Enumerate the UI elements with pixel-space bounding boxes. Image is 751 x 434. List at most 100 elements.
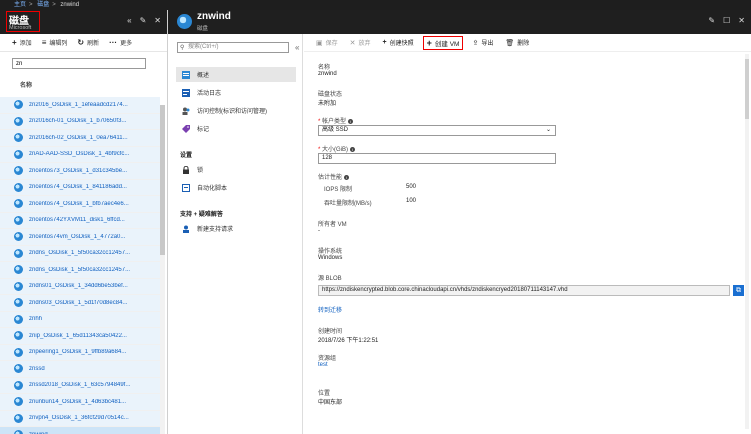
delete-button[interactable]: 🗑 删除 — [505, 38, 529, 48]
iops-label: IOPS 限制 — [324, 187, 353, 193]
disk-name[interactable]: znunbun14_OsDisk_1_4d63bc481... — [29, 399, 126, 405]
disk-list-item[interactable]: zncentos74vm_OsDisk_1_4772a0... — [0, 229, 160, 246]
disk-list-item[interactable]: znvpn4_OsDisk_1_36fcf29d70514c... — [0, 410, 160, 427]
breadcrumb-disks[interactable]: 磁盘 — [37, 0, 49, 10]
disk-list-item[interactable]: zncentos742YXVM11_disk1_6ffcd... — [0, 212, 160, 229]
create-snapshot-button[interactable]: + 创建快照 — [383, 38, 414, 47]
disk-name[interactable]: znvpn4_OsDisk_1_36fcf29d70514c... — [29, 415, 129, 421]
disk-list-item[interactable]: znunbun14_OsDisk_1_4d63bc481... — [0, 394, 160, 411]
source-blob-field[interactable]: https://zndiskencrypted.blob.core.chinac… — [318, 285, 730, 296]
edit-columns-button[interactable]: ≡ 编辑列 — [42, 38, 68, 47]
disk-state-value: 未附加 — [318, 101, 337, 107]
disk-name[interactable]: zncentos73_OsDisk_1_d31c345be... — [29, 168, 127, 174]
pin-icon[interactable]: ✎ — [708, 16, 715, 25]
perf-label: 估计性能 i — [318, 172, 350, 181]
column-header-name[interactable]: 名称 — [20, 80, 167, 89]
disk-name[interactable]: znip_OsDisk_1_65d11343ca50422... — [29, 333, 127, 339]
disk-name[interactable]: znhh — [29, 316, 42, 322]
scrollbar-thumb[interactable] — [745, 59, 749, 119]
disk-list-item[interactable]: znhh — [0, 311, 160, 328]
menu-item-overview[interactable]: 概述 — [176, 67, 296, 82]
menu-item-tags[interactable]: 标记 — [176, 121, 296, 136]
info-icon[interactable]: i — [348, 118, 354, 124]
disk-list-item[interactable]: znwind — [0, 427, 160, 434]
disk-list-item[interactable]: zndns_OsDisk_1_5f50ca32cc12457... — [0, 262, 160, 279]
disk-list-item[interactable]: zn2016_OsDisk_1_1efeaadcd2174... — [0, 97, 160, 114]
columns-icon: ≡ — [41, 38, 47, 47]
disk-name[interactable]: zncentos74_OsDisk_1_bfb7aec4e6... — [29, 201, 129, 207]
breadcrumb-home[interactable]: 主页 — [14, 0, 26, 10]
size-input[interactable]: 128 — [318, 153, 556, 164]
disk-icon — [14, 199, 23, 209]
close-icon[interactable]: ✕ — [154, 16, 161, 25]
disk-list-item[interactable]: zndns01_OsDisk_1_34dd6be53bef... — [0, 278, 160, 295]
more-button[interactable]: ··· 更多 — [109, 38, 132, 47]
disk-detail-blade: znwind 磁盘 ✎ ☐ ✕ ⚲ 搜索(Ctrl+/) « 概述 活动日志 访… — [168, 10, 751, 434]
disk-name[interactable]: zncentos74_OsDisk_1_841186add... — [29, 184, 127, 190]
disk-name[interactable]: zndns_OsDisk_1_5f50ca32cc12457... — [29, 267, 130, 273]
collapse-icon[interactable]: « — [127, 16, 131, 25]
account-type-select[interactable]: 高级 SSD ⌄ — [318, 125, 556, 136]
disk-name[interactable]: zn2016ch-01_OsDisk_1_b70650f3... — [29, 118, 126, 124]
disk-list-item[interactable]: zndns_OsDisk_1_5f50ca32cc12457... — [0, 245, 160, 262]
save-button[interactable]: ▣ 保存 — [316, 38, 338, 48]
script-icon — [182, 183, 190, 192]
disk-list-scrollbar[interactable] — [160, 105, 165, 434]
disk-list-item[interactable]: znip_OsDisk_1_65d11343ca50422... — [0, 328, 160, 345]
created-label: 创建时间 — [318, 329, 343, 335]
disk-name[interactable]: znAD-AAD-SSD_OsDisk_1_4bf9cfc... — [29, 151, 129, 157]
disk-list-item[interactable]: znssd2018_OsDisk_1_63c5794849f... — [0, 377, 160, 394]
filter-input[interactable] — [12, 58, 146, 69]
disk-name[interactable]: znpeering1_OsDisk_1_9ffb89a684... — [29, 349, 126, 355]
disk-icon — [14, 364, 23, 374]
close-icon[interactable]: ✕ — [738, 16, 745, 25]
disk-name[interactable]: zndns_OsDisk_1_5f50ca32cc12457... — [29, 250, 130, 256]
collapse-menu-icon[interactable]: « — [295, 43, 299, 52]
scrollbar-thumb[interactable] — [160, 105, 165, 255]
disk-list-item[interactable]: zncentos74_OsDisk_1_bfb7aec4e6... — [0, 196, 160, 213]
create-vm-button[interactable]: + 创建 VM — [422, 35, 464, 50]
disk-list-item[interactable]: zncentos73_OsDisk_1_d31c345be... — [0, 163, 160, 180]
info-icon[interactable]: i — [344, 174, 350, 180]
disk-name[interactable]: zndns03_OsDisk_1_5d1f70d8ec84... — [29, 300, 127, 306]
disk-list-item[interactable]: zncentos74_OsDisk_1_841186add... — [0, 179, 160, 196]
pin-icon[interactable]: ✎ — [140, 16, 147, 25]
disk-name[interactable]: znssd — [29, 366, 45, 372]
disk-list-item[interactable]: znpeering1_OsDisk_1_9ffb89a684... — [0, 344, 160, 361]
disk-list-item[interactable]: zn2016ch-02_OsDisk_1_0ea76411... — [0, 130, 160, 147]
content-scrollbar[interactable] — [745, 54, 749, 429]
menu-item-locks[interactable]: 锁 — [176, 162, 296, 177]
info-icon[interactable]: i — [350, 146, 356, 152]
export-button[interactable]: ⇪ 导出 — [472, 38, 493, 48]
disk-name[interactable]: zn2016ch-02_OsDisk_1_0ea76411... — [29, 135, 128, 141]
disk-name[interactable]: zncentos742YXVM11_disk1_6ffcd... — [29, 217, 125, 223]
disk-list-item[interactable]: znssd — [0, 361, 160, 378]
menu-search-input[interactable]: 搜索(Ctrl+/) — [177, 42, 289, 53]
disk-list-item[interactable]: zn2016ch-01_OsDisk_1_b70650f3... — [0, 113, 160, 130]
migrate-link[interactable]: 转到迁移 — [318, 305, 342, 314]
disk-name[interactable]: zndns01_OsDisk_1_34dd6be53bef... — [29, 283, 128, 289]
breadcrumb-current[interactable]: znwind — [60, 0, 79, 10]
disk-icon — [14, 413, 23, 423]
settings-section-title: 设置 — [180, 153, 193, 159]
disk-list-item[interactable]: zndns03_OsDisk_1_5d1f70d8ec84... — [0, 295, 160, 312]
disk-detail-header: znwind 磁盘 ✎ ☐ ✕ — [168, 10, 751, 34]
copy-icon[interactable]: ⧉ — [733, 285, 744, 296]
menu-item-new-support-request[interactable]: 新建支持请求 — [176, 221, 296, 236]
disk-name[interactable]: znssd2018_OsDisk_1_63c5794849f... — [29, 382, 130, 388]
command-bar: ▣ 保存 ✕ 放弃 + 创建快照 + 创建 VM ⇪ 导出 🗑 删除 — [304, 34, 751, 52]
save-icon: ▣ — [316, 39, 323, 47]
discard-button[interactable]: ✕ 放弃 — [350, 38, 371, 48]
menu-item-activity-log[interactable]: 活动日志 — [176, 85, 296, 100]
add-button[interactable]: + 添加 — [12, 38, 32, 47]
disk-list-item[interactable]: znAD-AAD-SSD_OsDisk_1_4bf9cfc... — [0, 146, 160, 163]
menu-item-access-control[interactable]: 访问控制(标识和访问管理) — [176, 103, 296, 118]
overview-icon — [182, 70, 190, 79]
refresh-button[interactable]: ↻ 刷新 — [77, 38, 99, 47]
disk-list: zn2016_OsDisk_1_1efeaadcd2174... zn2016ch… — [0, 97, 160, 434]
disk-name[interactable]: zncentos74vm_OsDisk_1_4772a0... — [29, 234, 125, 240]
maximize-icon[interactable]: ☐ — [723, 16, 730, 25]
disk-name[interactable]: zn2016_OsDisk_1_1efeaadcd2174... — [29, 102, 128, 108]
menu-item-automation-script[interactable]: 自动化脚本 — [176, 180, 296, 195]
resource-group-link[interactable]: test — [318, 362, 328, 368]
